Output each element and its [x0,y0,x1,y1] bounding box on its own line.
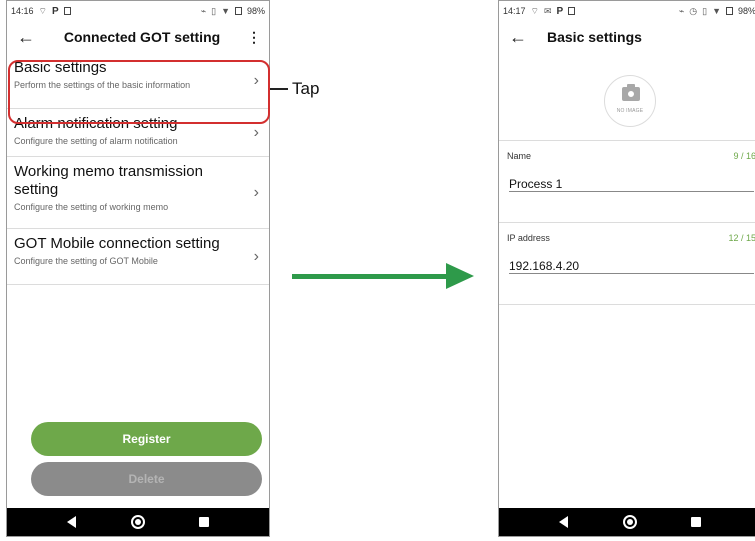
battery-percent: 98% [737,6,755,16]
no-image-label: NO IMAGE [616,108,644,114]
menu-item-description: Configure the setting of GOT Mobile [14,256,158,266]
ip-field-underline [509,273,754,274]
vibrate-icon: ▯ [211,5,217,16]
flow-arrow-head [446,263,474,289]
nav-back-icon[interactable] [559,516,568,528]
divider [499,304,755,305]
signal-icon: ▼ [712,6,721,16]
name-field-underline [509,191,754,192]
menu-item-title: GOT Mobile connection setting [14,235,220,252]
menu-item-working-memo[interactable]: Working memo transmission setting Config… [7,157,269,229]
battery-percent: 98% [246,6,265,16]
nav-recent-apps-icon[interactable] [199,517,209,527]
arrow-left-icon[interactable]: ← [13,28,39,46]
alarm-icon: ◷ [689,5,698,16]
nav-home-icon[interactable] [623,515,637,529]
chevron-right-icon: › [253,183,259,201]
status-bar: 14:16 ⌔ P ⌁ ▯ ▼ 98% [7,1,269,21]
vibrate-icon: ▯ [702,5,708,16]
android-nav-bar [499,508,755,536]
menu-item-description: Configure the setting of alarm notificat… [14,136,178,146]
left-phone-screen: 14:16 ⌔ P ⌁ ▯ ▼ 98% ← Connected GOT sett… [6,0,270,537]
photo-placeholder[interactable]: NO IMAGE [604,75,656,127]
battery-icon [725,7,733,15]
battery-icon [234,7,242,15]
callout-tap-label: Tap [292,79,320,98]
menu-item-title: Working memo transmission setting [14,163,203,198]
chevron-right-icon: › [253,247,259,265]
menu-item-alarm-notification[interactable]: Alarm notification setting Configure the… [7,109,269,157]
status-time: 14:17 [503,6,526,16]
menu-item-title: Alarm notification setting [14,115,178,132]
flow-arrow-shaft [292,274,450,279]
name-field-label: Name [507,151,532,161]
nav-recent-apps-icon[interactable] [691,517,701,527]
ip-char-counter: 12 / 15 [728,233,755,243]
page-title: Connected GOT setting [63,29,221,45]
message-icon: ✉ [544,5,552,16]
arrow-left-icon[interactable]: ← [505,28,531,46]
menu-item-description: Configure the setting of working memo [14,202,169,212]
signal-icon: ▼ [221,6,230,16]
sim-icon [63,7,71,15]
status-time: 14:16 [11,6,34,16]
cast-icon: ⌁ [200,5,207,16]
camera-icon [622,84,640,101]
ip-field-label: IP address [507,233,550,243]
cast-icon: ⌁ [678,5,685,16]
android-nav-bar [7,508,269,536]
divider [499,140,755,141]
menu-item-description: Perform the settings of the basic inform… [14,80,191,90]
right-phone-screen: 14:17 ⌔ ✉ P ⌁ ◷ ▯ ▼ 98% ← Basic settings… [498,0,755,537]
nav-back-icon[interactable] [67,516,76,528]
parking-icon: P [52,5,59,17]
menu-item-basic-settings[interactable]: Basic settings Perform the settings of t… [7,53,269,109]
name-char-counter: 9 / 16 [733,151,755,161]
chevron-right-icon: › [253,123,259,141]
callout-line [270,88,288,90]
divider [499,222,755,223]
parking-icon: P [556,5,564,17]
wifi-icon: ⌔ [38,5,47,16]
name-field[interactable]: Process 1 [509,177,562,191]
app-bar: ← Basic settings [499,21,755,53]
wifi-icon: ⌔ [530,5,539,16]
menu-item-got-mobile[interactable]: GOT Mobile connection setting Configure … [7,229,269,285]
delete-button: Delete [31,462,262,496]
status-bar: 14:17 ⌔ ✉ P ⌁ ◷ ▯ ▼ 98% [499,1,755,21]
nav-home-icon[interactable] [131,515,145,529]
page-title: Basic settings [547,29,642,45]
menu-item-title: Basic settings [14,59,107,76]
chevron-right-icon: › [253,71,259,89]
kebab-menu-icon[interactable]: ⋮ [245,29,263,46]
sim-icon [568,7,576,15]
ip-address-field[interactable]: 192.168.4.20 [509,259,579,273]
app-bar: ← Connected GOT setting ⋮ [7,21,269,53]
register-button[interactable]: Register [31,422,262,456]
